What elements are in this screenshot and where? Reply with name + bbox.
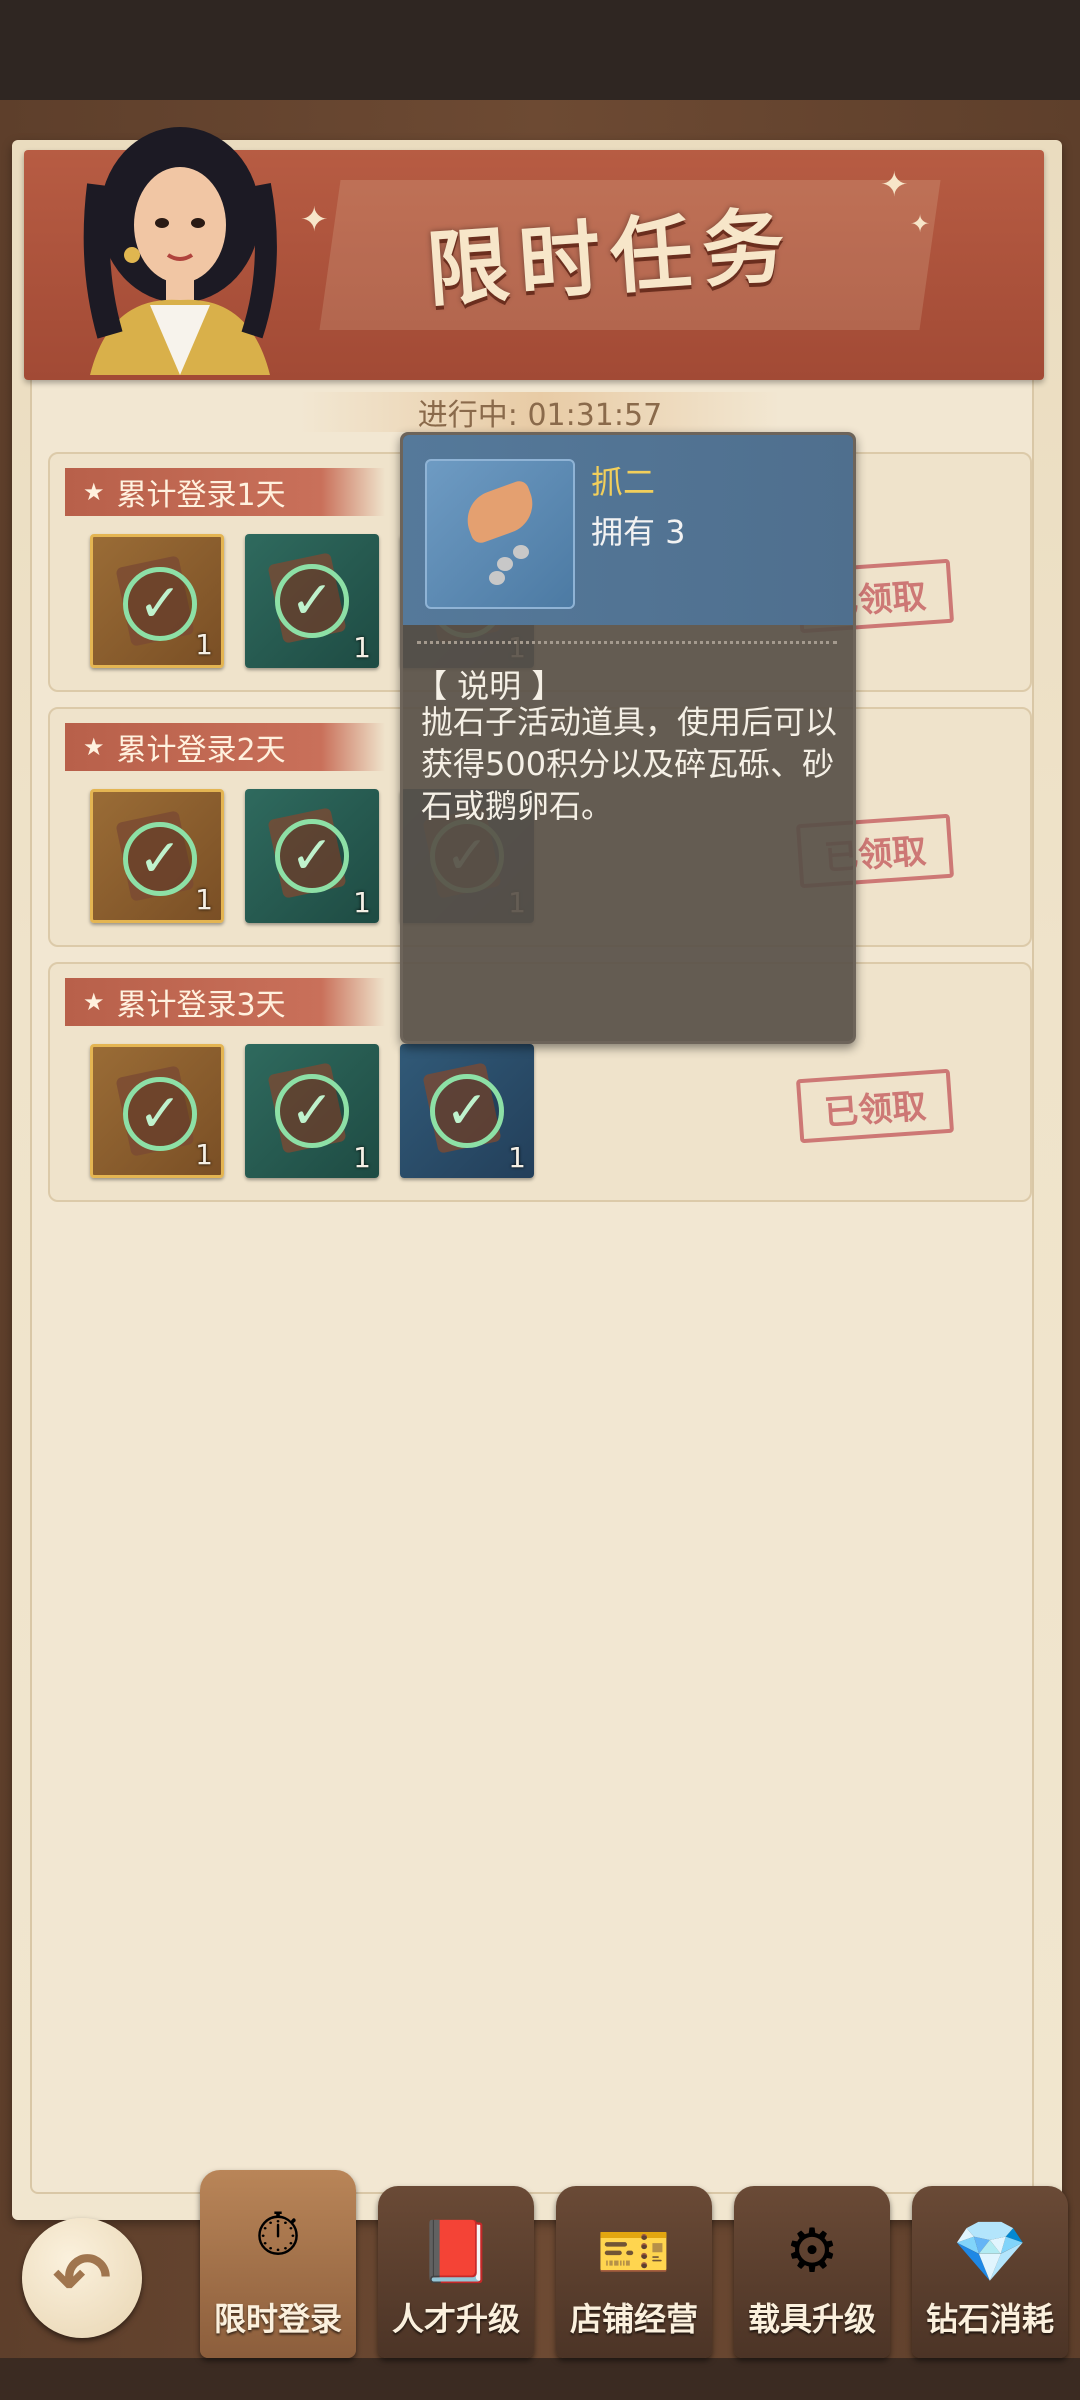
task-header: ★ 累计登录2天 xyxy=(65,723,385,771)
checkmark-icon: ✓ xyxy=(275,819,349,893)
reward-count: 1 xyxy=(195,883,213,916)
tab-vehicle-upgrade[interactable]: ⚙ 载具升级 xyxy=(734,2186,890,2358)
task-label: 累计登录2天 xyxy=(116,733,286,768)
reward-count: 1 xyxy=(353,1141,371,1174)
reward-count: 1 xyxy=(353,886,371,919)
event-timer: 进行中: 01:31:57 xyxy=(300,392,780,433)
tooltip-header: 抓二 拥有 3 xyxy=(403,435,853,625)
shop-ticket-icon: 🎫 xyxy=(596,2216,672,2287)
checkmark-icon: ✓ xyxy=(123,567,197,641)
bottom-strip xyxy=(0,2358,1080,2400)
stone-icon xyxy=(497,557,513,571)
reward-count: 1 xyxy=(353,631,371,664)
tab-label: 载具升级 xyxy=(747,2300,876,2338)
reward-item[interactable]: ✓ 1 xyxy=(245,789,379,923)
hand-stones-icon xyxy=(425,459,575,609)
star-icon: ★ xyxy=(83,988,105,1016)
tab-label: 钻石消耗 xyxy=(925,2300,1054,2338)
checkmark-icon: ✓ xyxy=(123,1077,197,1151)
stone-icon xyxy=(513,545,529,559)
gear-icon: ⚙ xyxy=(785,2216,839,2286)
task-label: 累计登录1天 xyxy=(116,478,286,513)
reward-count: 1 xyxy=(195,1138,213,1171)
item-name: 抓二 xyxy=(591,463,656,501)
tab-talent-upgrade[interactable]: 📕 人才升级 xyxy=(378,2186,534,2358)
star-icon: ★ xyxy=(83,733,105,761)
back-button[interactable]: ↶ xyxy=(22,2218,142,2338)
stopwatch-icon: ⏱ xyxy=(254,2200,302,2270)
sparkle-icon: ✦ xyxy=(300,200,329,240)
tab-label: 限时登录 xyxy=(213,2300,342,2338)
reward-item[interactable]: ✓ 1 xyxy=(245,1044,379,1178)
divider xyxy=(417,641,837,644)
back-arrow-icon: ↶ xyxy=(52,2237,112,2319)
checkmark-icon: ✓ xyxy=(275,564,349,638)
reward-item[interactable]: ✓ 1 xyxy=(245,534,379,668)
task-header: ★ 累计登录1天 xyxy=(65,468,385,516)
host-character-portrait xyxy=(83,127,277,375)
reward-item[interactable]: ✓ 1 xyxy=(90,1044,224,1178)
reward-count: 1 xyxy=(195,628,213,661)
tab-label: 店铺经营 xyxy=(569,2300,698,2338)
checkmark-icon: ✓ xyxy=(430,1074,504,1148)
item-tooltip[interactable]: 抓二 拥有 3 【 说明 】 抛石子活动道具，使用后可以获得500积分以及碎瓦砾… xyxy=(400,432,856,1044)
tab-diamond-spend[interactable]: 💎 钻石消耗 xyxy=(912,2186,1068,2358)
diamond-icon: 💎 xyxy=(952,2216,1028,2287)
sparkle-icon: ✦ xyxy=(910,210,931,238)
description-text: 抛石子活动道具，使用后可以获得500积分以及碎瓦砾、砂石或鹅卵石。 xyxy=(421,703,838,825)
reward-item[interactable]: ✓ 1 xyxy=(400,1044,534,1178)
reward-item[interactable]: ✓ 1 xyxy=(90,534,224,668)
reward-item[interactable]: ✓ 1 xyxy=(90,789,224,923)
sparkle-icon: ✦ xyxy=(880,165,909,205)
reward-count: 1 xyxy=(508,1141,526,1174)
item-owned-count: 拥有 3 xyxy=(591,513,686,551)
tab-label: 人才升级 xyxy=(391,2300,520,2338)
checkmark-icon: ✓ xyxy=(123,822,197,896)
task-header: ★ 累计登录3天 xyxy=(65,978,385,1026)
top-status-strip xyxy=(0,0,1080,100)
hand-icon xyxy=(459,478,541,546)
book-icon: 📕 xyxy=(418,2216,494,2287)
claimed-stamp: 已领取 xyxy=(795,1068,955,1144)
star-icon: ★ xyxy=(83,478,105,506)
task-label: 累计登录3天 xyxy=(116,988,286,1023)
stone-icon xyxy=(489,571,505,585)
tab-shop-management[interactable]: 🎫 店铺经营 xyxy=(556,2186,712,2358)
tab-limited-login[interactable]: ⏱ 限时登录 xyxy=(200,2170,356,2358)
checkmark-icon: ✓ xyxy=(275,1074,349,1148)
